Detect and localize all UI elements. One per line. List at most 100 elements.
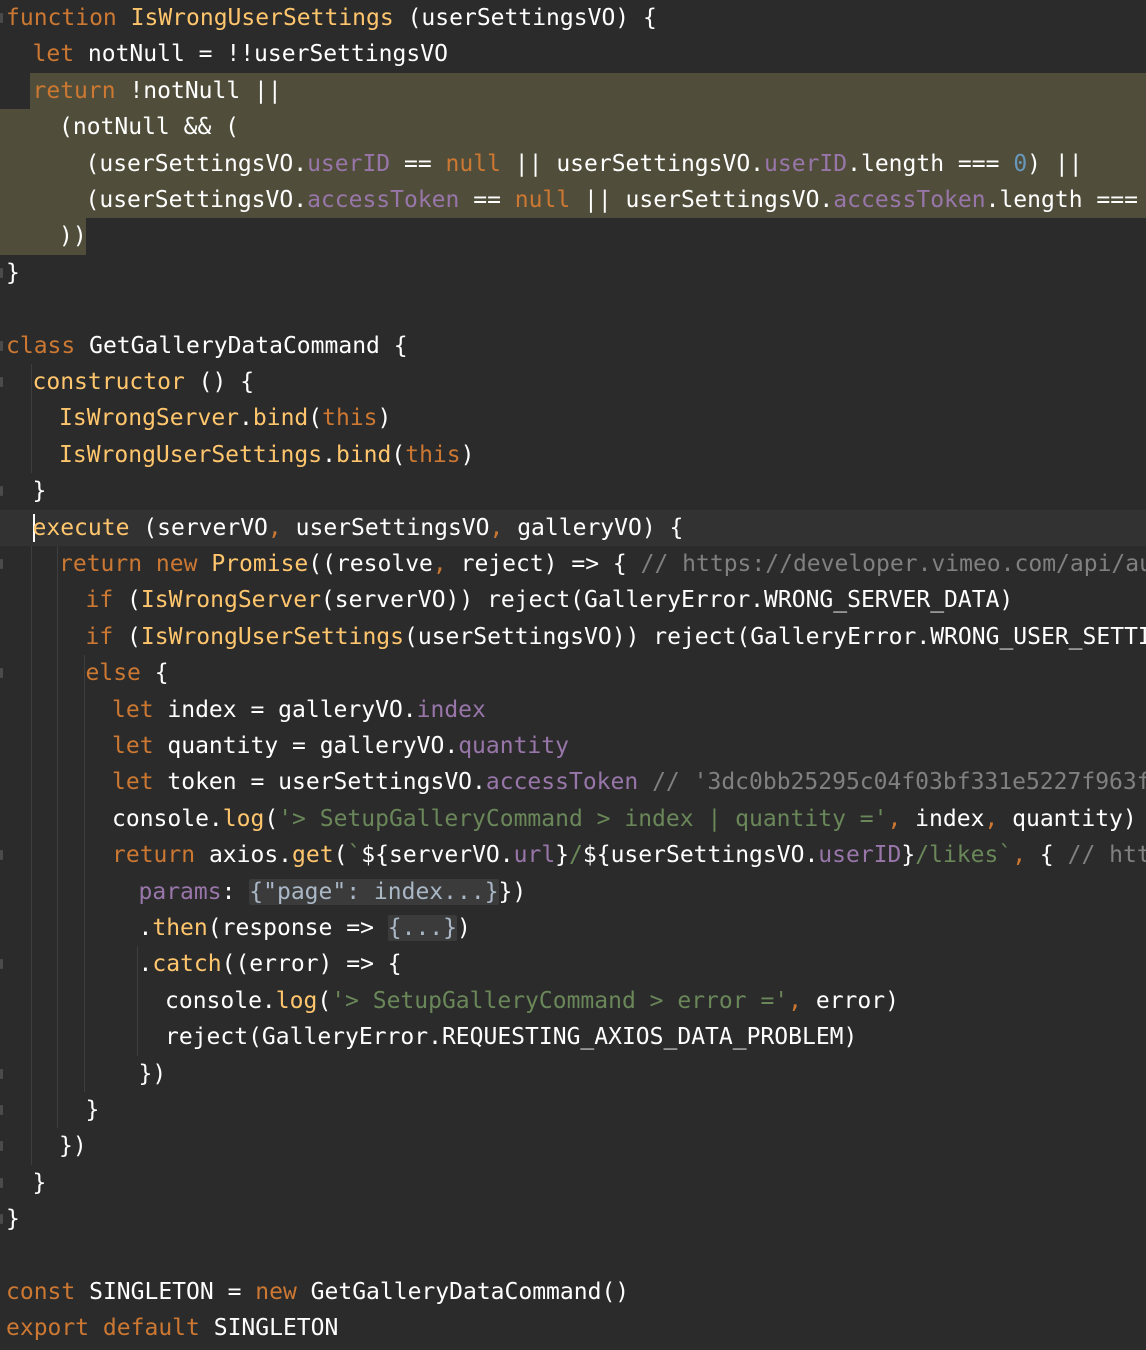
code-line[interactable]: if (IsWrongUserSettings(userSettingsVO))…	[0, 619, 1146, 655]
code-token: error)	[802, 987, 899, 1014]
code-token: index	[416, 696, 486, 723]
code-line[interactable]: let token = userSettingsVO.accessToken /…	[0, 764, 1146, 800]
code-line[interactable]: return new Promise((resolve, reject) => …	[0, 546, 1146, 582]
code-token: notNull = !!userSettingsVO	[87, 41, 448, 68]
code-line[interactable]: let index = galleryVO.index	[0, 692, 1146, 728]
code-token: return	[32, 77, 130, 104]
code-token: IsWrongServer	[59, 405, 240, 432]
code-token: export default	[6, 1315, 214, 1342]
code-token: galleryVO) {	[503, 514, 684, 541]
code-token: .	[138, 915, 153, 941]
code-token: return	[112, 842, 209, 869]
code-line[interactable]	[0, 1238, 1146, 1274]
code-token: quantity	[458, 733, 569, 759]
code-token: accessToken	[485, 769, 639, 796]
code-token: (	[308, 405, 323, 432]
code-line[interactable]: })	[0, 1056, 1146, 1092]
code-token: () {	[184, 369, 255, 395]
code-token: (	[264, 805, 279, 832]
code-token: token = userSettingsVO.	[167, 769, 486, 796]
code-token: }	[555, 842, 570, 869]
code-line[interactable]: let quantity = galleryVO.quantity	[0, 728, 1146, 764]
code-line[interactable]: execute (serverVO, userSettingsVO, galle…	[0, 509, 1146, 546]
code-token: '> SetupGalleryCommand > error ='	[331, 987, 789, 1014]
code-token: ${userSettingsVO.	[582, 842, 819, 869]
folded-region[interactable]: {"page": index...}	[249, 878, 499, 905]
code-token: index	[901, 805, 985, 832]
code-token: (userSettingsVO.	[85, 187, 308, 213]
code-line[interactable]: (notNull && (	[0, 109, 1146, 146]
code-line[interactable]: if (IsWrongServer(serverVO)) reject(Gall…	[0, 582, 1146, 618]
code-token: || userSettingsVO.	[500, 150, 765, 177]
code-token: log	[275, 987, 318, 1014]
code-token: ((error) => {	[221, 951, 402, 978]
code-line[interactable]: }	[0, 255, 1146, 291]
code-editor[interactable]: function IsWrongUserSettings (userSettin…	[0, 0, 1146, 1350]
code-token: IsWrongUserSettings	[130, 5, 394, 31]
code-token: (	[127, 623, 141, 650]
code-token: console.	[112, 805, 223, 832]
code-token: })	[59, 1133, 87, 1160]
code-token: || userSettingsVO.	[570, 187, 834, 213]
code-line[interactable]: }	[0, 1165, 1146, 1201]
code-token: ,	[887, 805, 902, 832]
code-line[interactable]: class GetGalleryDataCommand {	[0, 328, 1146, 364]
code-line[interactable]: }	[0, 1092, 1146, 1128]
code-line[interactable]: constructor () {	[0, 364, 1146, 400]
code-token: {	[154, 660, 169, 687]
code-line[interactable]: return axios.get(`${serverVO.url}/${user…	[0, 837, 1146, 873]
code-token: bind	[335, 441, 392, 468]
code-token: let	[112, 769, 168, 796]
code-token: (	[127, 587, 141, 614]
code-token: 0	[1013, 150, 1028, 177]
code-token: index = galleryVO.	[167, 696, 417, 723]
code-line[interactable]: }	[0, 1201, 1146, 1237]
code-token: quantity)	[998, 805, 1137, 832]
code-token: (userSettingsVO) {	[393, 5, 657, 31]
code-token: !notNull ||	[129, 77, 282, 104]
code-token: quantity = galleryVO.	[167, 733, 459, 759]
code-token: reject) => {	[446, 551, 641, 577]
code-token: '> SetupGalleryCommand > index | quantit…	[278, 805, 888, 832]
code-line[interactable]: reject(GalleryError.REQUESTING_AXIOS_DAT…	[0, 1019, 1146, 1055]
code-token: ))	[59, 223, 87, 250]
code-line[interactable]: })	[0, 1128, 1146, 1164]
code-token: // https://developer.vimeo.com/api/authe	[640, 551, 1146, 577]
code-line[interactable]: (userSettingsVO.accessToken == null || u…	[0, 182, 1146, 219]
code-token: }	[32, 1169, 47, 1196]
code-token: (	[333, 842, 348, 869]
code-token: (response =>	[207, 915, 388, 941]
code-token: (	[317, 987, 332, 1014]
code-line[interactable]: ))	[0, 218, 1146, 255]
code-line[interactable]: IsWrongUserSettings.bind(this)	[0, 437, 1146, 473]
code-line[interactable]: console.log('> SetupGalleryCommand > err…	[0, 983, 1146, 1019]
code-token: ,	[267, 514, 282, 541]
code-line[interactable]: export default SINGLETON	[0, 1310, 1146, 1346]
code-token: bind	[252, 405, 309, 432]
code-token: (serverVO	[129, 514, 268, 541]
code-token: /	[569, 842, 583, 869]
code-line[interactable]: let notNull = !!userSettingsVO	[0, 36, 1146, 72]
code-token: (serverVO)) reject(GalleryError.WRONG_SE…	[320, 587, 1014, 614]
code-token: ==	[390, 150, 446, 177]
code-line[interactable]: const SINGLETON = new GetGalleryDataComm…	[0, 1274, 1146, 1310]
code-line[interactable]: .then(response => {...})	[0, 910, 1146, 946]
code-line[interactable]: .catch((error) => {	[0, 946, 1146, 982]
code-line[interactable]: console.log('> SetupGalleryCommand > ind…	[0, 801, 1146, 837]
code-line[interactable]: function IsWrongUserSettings (userSettin…	[0, 0, 1146, 36]
code-token: (notNull && (	[59, 114, 240, 141]
code-line[interactable]: }	[0, 473, 1146, 509]
folded-region[interactable]: {...}	[387, 915, 458, 941]
code-token: GetGalleryDataCommand()	[310, 1279, 630, 1305]
code-token: ,	[432, 551, 447, 577]
code-line[interactable]: params: {"page": index...}})	[0, 874, 1146, 910]
code-line[interactable]: return !notNull ||	[0, 72, 1146, 110]
code-line[interactable]	[0, 291, 1146, 327]
code-line[interactable]: (userSettingsVO.userID == null || userSe…	[0, 145, 1146, 182]
code-token: if	[85, 623, 128, 650]
code-token: ${serverVO.	[361, 842, 514, 869]
code-token: IsWrongUserSettings	[59, 441, 323, 468]
code-line[interactable]: else {	[0, 655, 1146, 691]
code-line[interactable]: IsWrongServer.bind(this)	[0, 400, 1146, 436]
code-token: return new	[59, 551, 212, 577]
